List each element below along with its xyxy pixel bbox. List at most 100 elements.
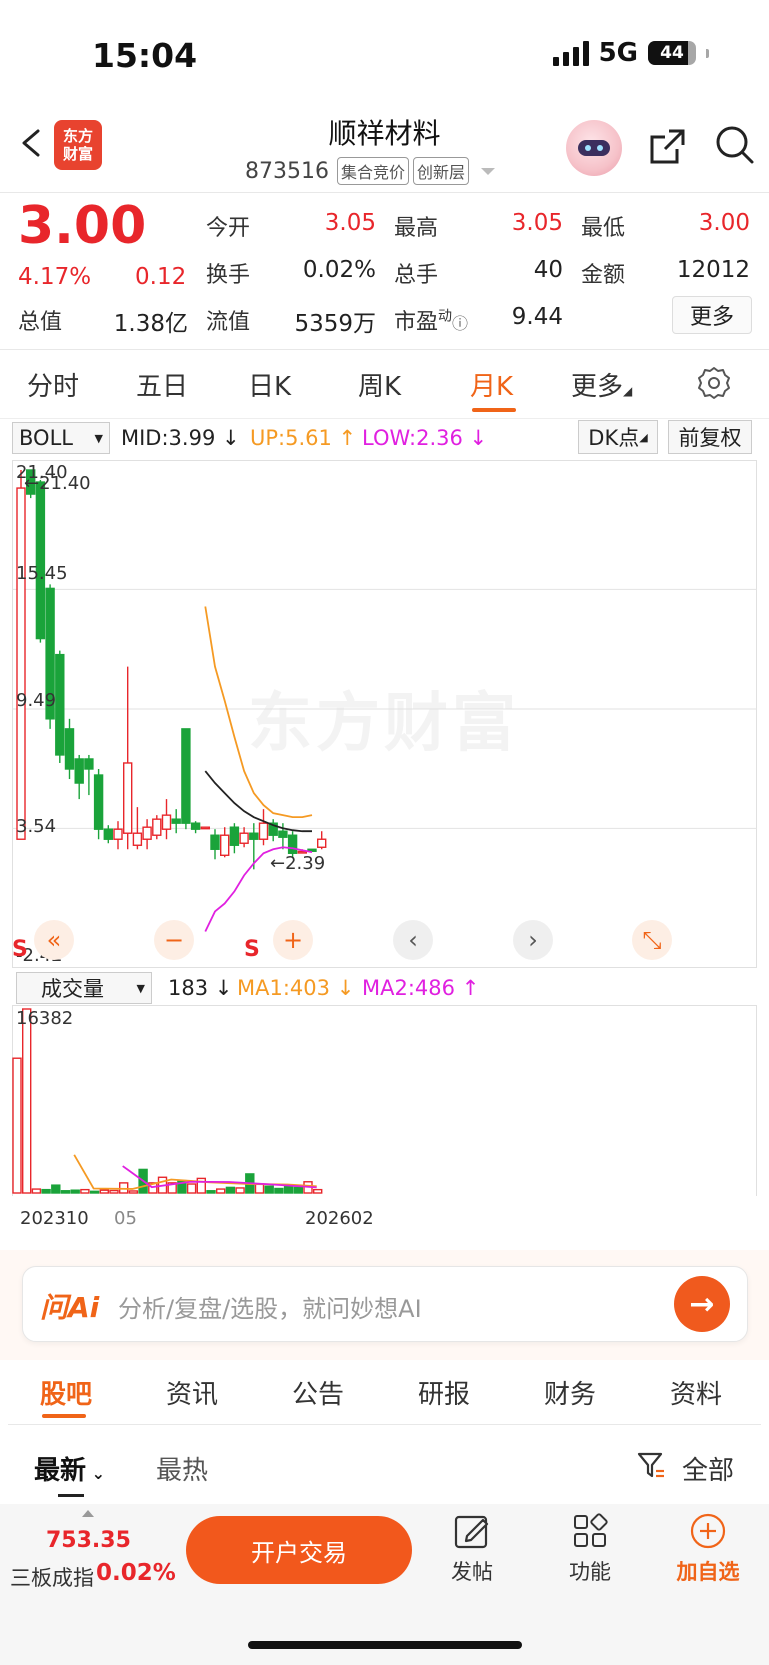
ai-assistant-icon[interactable] [566,120,622,176]
pan-right-button[interactable]: › [513,920,553,960]
low-marker: ←2.39 [270,853,326,874]
volume-bar [128,1190,139,1194]
sell-signal-2: S [244,937,260,962]
candle-body [113,828,123,840]
settings-gear-icon[interactable] [697,366,731,400]
boll-up: UP:5.61 ↑ [250,426,357,450]
fullscreen-button[interactable]: ⤡ [632,920,672,960]
tab-research[interactable]: 研报 [418,1374,470,1411]
dropdown-icon[interactable] [481,167,496,175]
tab-announcements[interactable]: 公告 [292,1374,344,1411]
sort-hot[interactable]: 最热 [156,1450,208,1487]
volume-chart[interactable] [12,1005,757,1198]
volume-value: 183 ↓ [168,976,233,1000]
tab-news[interactable]: 资讯 [166,1374,218,1411]
functions-button[interactable]: 功能 [550,1512,630,1586]
high-value: 3.05 [511,210,563,236]
change-amount: 0.12 [135,264,187,290]
sort-latest-underline [58,1494,84,1497]
volume-bar [60,1190,71,1194]
candle-body [258,822,269,840]
candle-body [142,826,152,840]
boll-up-line [204,606,313,819]
volume-bar [12,1057,22,1194]
kline-chart[interactable] [12,460,757,968]
add-watchlist-button[interactable]: 加自选 [668,1512,748,1586]
volume-bar [80,1188,90,1194]
adjust-mode-button[interactable]: 前复权 [668,420,752,454]
turnover-label: 换手 [206,263,251,288]
volume-bar [41,1188,51,1194]
candle-body [16,487,26,840]
candle-body [171,818,181,824]
search-icon[interactable] [714,124,756,166]
candle-body [219,834,230,856]
ai-send-button[interactable]: → [674,1276,730,1332]
ai-input-placeholder[interactable]: 分析/复盘/选股，就问妙想AI [118,1289,422,1324]
sort-latest[interactable]: 最新 ⌄ [34,1450,105,1487]
zoom-in-button[interactable]: + [273,920,313,960]
pan-left-button[interactable]: ‹ [393,920,433,960]
volume-indicator-selector[interactable]: 成交量 ▼ [16,972,152,1004]
candle-body [287,834,298,854]
stock-code: 873516 [245,158,329,184]
stock-code-row[interactable]: 873516 集合竞价 创新层 [245,157,496,185]
candle-body [278,830,288,838]
y-label-3: 9.49 [16,690,57,711]
index-percent[interactable]: 0.02% [96,1560,176,1586]
tab-monthly-k[interactable]: 月K [470,366,513,403]
amount-label: 金额 [581,263,626,288]
low-label: 最低 [581,216,626,241]
volume-bar [186,1183,197,1194]
y-label-2: 15.45 [16,563,68,584]
volume-bar [109,1189,119,1194]
candle-body [35,481,46,640]
tab-active-underline [472,408,516,412]
tab-forum[interactable]: 股吧 [40,1374,92,1411]
pe-label: 市盈动ⓘ [394,308,469,335]
tab-five-day[interactable]: 五日 [136,366,188,403]
post-button[interactable]: 发帖 [432,1512,512,1586]
tab-intraday[interactable]: 分时 [27,366,79,403]
index-value[interactable]: 753.35 [46,1528,131,1553]
turnover-value: 0.02% [302,257,376,283]
dk-point-button[interactable]: DK点 ◢ [578,420,658,454]
tab-financials[interactable]: 财务 [544,1374,596,1411]
index-name[interactable]: 三板成指 [10,1562,94,1592]
status-indicators: 5G 44 [552,38,709,68]
y-label-4: 3.54 [16,816,57,837]
pe-value: 9.44 [511,304,563,330]
candle-body [229,826,240,846]
rewind-button[interactable]: « [34,920,74,960]
battery-icon: 44 [648,41,696,65]
more-quote-button[interactable]: 更多 [672,296,752,334]
x-label-start: 202310 [20,1208,89,1229]
x-label-end: 202602 [305,1208,374,1229]
boll-mid-line [204,770,312,833]
volume-value: 40 [533,257,563,283]
network-label: 5G [598,38,638,68]
float-cap-label: 流值 [206,310,251,335]
header-divider [0,192,769,193]
indicator-selector[interactable]: BOLL ▼ [12,422,110,454]
open-account-trade-button[interactable]: 开户交易 [186,1516,412,1584]
filter-all[interactable]: 全部 [682,1450,734,1487]
volume-bar [215,1188,226,1194]
expand-index-icon[interactable] [82,1510,94,1517]
volume-bar [264,1185,274,1194]
tab-more[interactable]: 更多◢ [571,366,632,403]
candle-body [249,832,259,840]
tab-daily-k[interactable]: 日K [248,366,291,403]
candle-body [317,838,327,848]
grid-icon [574,1513,608,1547]
filter-icon[interactable] [636,1450,666,1480]
edit-icon [454,1515,489,1549]
tab-weekly-k[interactable]: 周K [358,366,401,403]
tab-profile[interactable]: 资料 [670,1374,722,1411]
boll-mid: MID:3.99 ↓ [121,426,240,450]
zoom-out-button[interactable]: − [154,920,194,960]
market-cap-label: 总值 [18,310,63,335]
share-icon[interactable] [647,127,687,167]
tabs-bottom-divider [8,1424,761,1425]
open-value: 3.05 [324,210,376,236]
